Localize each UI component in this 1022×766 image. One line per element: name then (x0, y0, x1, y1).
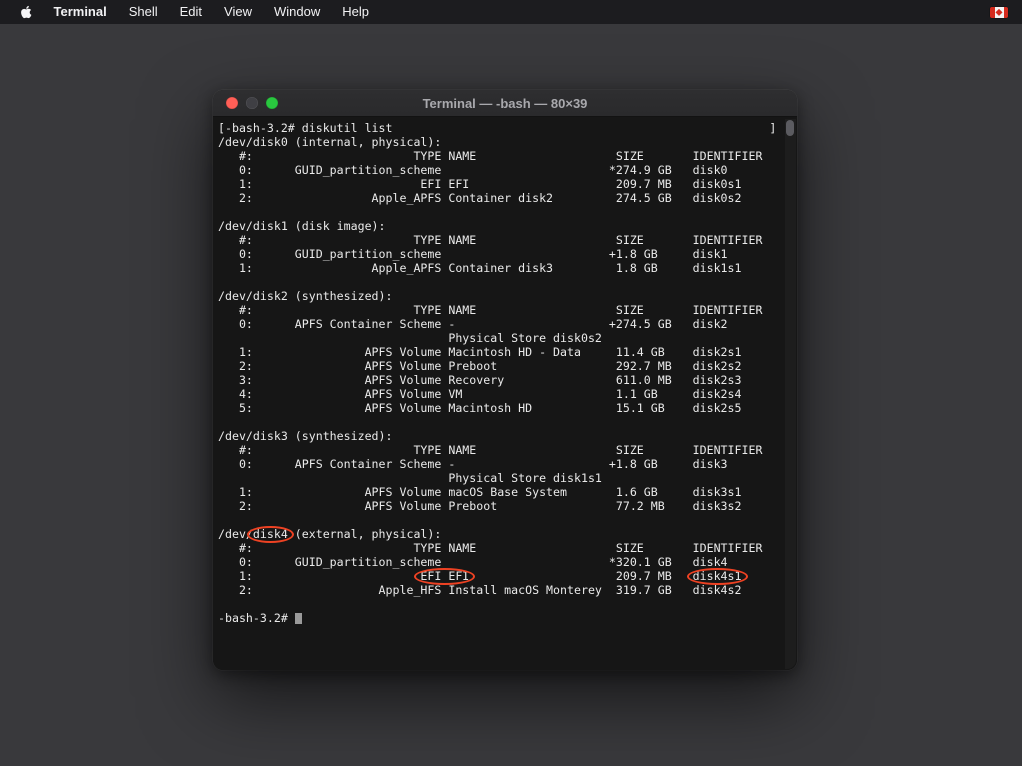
terminal-line: 1: APFS Volume Macintosh HD - Data 11.4 … (218, 345, 783, 359)
flag-red-band (1004, 7, 1009, 18)
terminal-line: 2: Apple_APFS Container disk2 274.5 GB d… (218, 191, 783, 205)
terminal-line: /dev/disk2 (synthesized): (218, 289, 783, 303)
scrollbar[interactable] (785, 119, 796, 669)
terminal-content[interactable]: [-bash-3.2# diskutil list ]/dev/disk0 (i… (213, 118, 797, 670)
terminal-line: 1: APFS Volume macOS Base System 1.6 GB … (218, 485, 783, 499)
menu-shell[interactable]: Shell (118, 0, 169, 24)
apple-menu[interactable] (10, 5, 43, 19)
terminal-line: 0: APFS Container Scheme - +274.5 GB dis… (218, 317, 783, 331)
terminal-line: 2: Apple_HFS Install macOS Monterey 319.… (218, 583, 783, 597)
terminal-line: 0: GUID_partition_scheme *320.1 GB disk4 (218, 555, 783, 569)
minimize-button[interactable] (246, 97, 258, 109)
terminal-line: #: TYPE NAME SIZE IDENTIFIER (218, 149, 783, 163)
terminal-window: Terminal — -bash — 80×39 [-bash-3.2# dis… (213, 90, 797, 670)
traffic-lights (226, 97, 278, 109)
terminal-output: [-bash-3.2# diskutil list ]/dev/disk0 (i… (218, 121, 783, 625)
terminal-line: /dev/disk1 (disk image): (218, 219, 783, 233)
terminal-line: #: TYPE NAME SIZE IDENTIFIER (218, 303, 783, 317)
terminal-line: 1: Apple_APFS Container disk3 1.8 GB dis… (218, 261, 783, 275)
input-source-flag-icon[interactable] (990, 7, 1008, 18)
flag-white-band (995, 7, 1004, 18)
menu-help[interactable]: Help (331, 0, 380, 24)
menu-window[interactable]: Window (263, 0, 331, 24)
terminal-line (218, 205, 783, 219)
terminal-line: #: TYPE NAME SIZE IDENTIFIER (218, 443, 783, 457)
terminal-line: -bash-3.2# (218, 611, 783, 625)
terminal-line: 5: APFS Volume Macintosh HD 15.1 GB disk… (218, 401, 783, 415)
terminal-line (218, 415, 783, 429)
terminal-line: Physical Store disk1s1 (218, 471, 783, 485)
terminal-line: 3: APFS Volume Recovery 611.0 MB disk2s3 (218, 373, 783, 387)
menu-edit[interactable]: Edit (169, 0, 213, 24)
menu-terminal[interactable]: Terminal (43, 0, 118, 24)
terminal-line: /dev/disk0 (internal, physical): (218, 135, 783, 149)
terminal-line: [-bash-3.2# diskutil list ] (218, 121, 783, 135)
terminal-line: Physical Store disk0s2 (218, 331, 783, 345)
terminal-line: #: TYPE NAME SIZE IDENTIFIER (218, 233, 783, 247)
apple-logo-icon (21, 5, 32, 19)
terminal-line: 4: APFS Volume VM 1.1 GB disk2s4 (218, 387, 783, 401)
menu-bar: Terminal Shell Edit View Window Help (0, 0, 1022, 24)
terminal-line: 0: GUID_partition_scheme *274.9 GB disk0 (218, 163, 783, 177)
close-button[interactable] (226, 97, 238, 109)
terminal-line: 0: GUID_partition_scheme +1.8 GB disk1 (218, 247, 783, 261)
terminal-text-area: [-bash-3.2# diskutil list ]/dev/disk0 (i… (218, 121, 783, 670)
menu-view[interactable]: View (213, 0, 263, 24)
terminal-line (218, 597, 783, 611)
terminal-line: 2: APFS Volume Preboot 77.2 MB disk3s2 (218, 499, 783, 513)
zoom-button[interactable] (266, 97, 278, 109)
terminal-line (218, 275, 783, 289)
terminal-line: 2: APFS Volume Preboot 292.7 MB disk2s2 (218, 359, 783, 373)
terminal-line: /dev/disk4 (external, physical): (218, 527, 783, 541)
terminal-line: /dev/disk3 (synthesized): (218, 429, 783, 443)
terminal-line: #: TYPE NAME SIZE IDENTIFIER (218, 541, 783, 555)
terminal-line: 1: EFI EFI 209.7 MB disk0s1 (218, 177, 783, 191)
window-title-bar[interactable]: Terminal — -bash — 80×39 (213, 90, 797, 117)
maple-leaf-icon (996, 9, 1002, 15)
window-title: Terminal — -bash — 80×39 (213, 90, 797, 117)
scrollbar-thumb[interactable] (786, 120, 794, 136)
terminal-line (218, 513, 783, 527)
terminal-line: 1: EFI EFI 209.7 MB disk4s1 (218, 569, 783, 583)
terminal-line: 0: APFS Container Scheme - +1.8 GB disk3 (218, 457, 783, 471)
